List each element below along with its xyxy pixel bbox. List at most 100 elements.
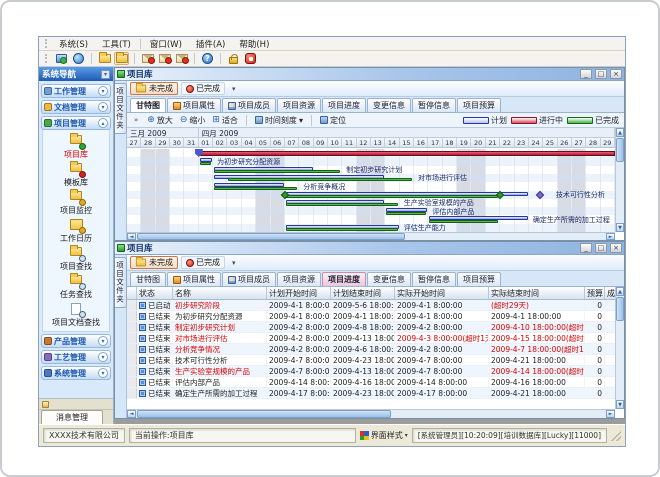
- gantt-vertical-scrollbar[interactable]: ▲ ▼: [615, 128, 624, 232]
- scroll-thumb[interactable]: [137, 410, 391, 418]
- gantt-actual-bar[interactable]: [214, 187, 297, 190]
- timescale-dropdown[interactable]: 时间刻度▾: [253, 115, 305, 126]
- maximize-button[interactable]: □: [595, 243, 607, 253]
- table-column-header-成[interactable]: 成: [605, 287, 615, 299]
- close-button[interactable]: ×: [610, 69, 622, 79]
- globe-icon[interactable]: [71, 52, 86, 65]
- table-row[interactable]: 已结束对市场进行评估2009-4-2 8:00:002009-4-13 18:0…: [127, 333, 615, 344]
- gantt-actual-bar[interactable]: [386, 212, 426, 215]
- tab-message-management[interactable]: 消息管理: [41, 410, 103, 424]
- gantt-tab-project-budget[interactable]: 项目预算: [457, 98, 501, 112]
- progress-tab-project-props[interactable]: 项目属性: [167, 272, 221, 286]
- table-row[interactable]: 已结束为初步研究分配资源2009-4-1 8:00:002009-4-1 18:…: [127, 311, 615, 322]
- table-row[interactable]: 已结束评估内部产品2009-4-14 8:00:002009-4-16 18:0…: [127, 377, 615, 388]
- scroll-up-icon[interactable]: ▲: [616, 128, 624, 137]
- chevron-down-icon[interactable]: ▾: [98, 368, 108, 378]
- progress-filter-unfinished[interactable]: 未完成: [130, 256, 178, 269]
- gantt-actual-bar[interactable]: [200, 162, 211, 165]
- mail-icon[interactable]: [140, 52, 155, 65]
- gantt-tab-project-progress[interactable]: 项目进度: [322, 98, 366, 112]
- scroll-left-icon[interactable]: ◄: [127, 410, 136, 418]
- menu-item-help[interactable]: 帮助(H): [232, 38, 276, 50]
- scroll-down-icon[interactable]: ▼: [616, 400, 624, 409]
- table-column-header-计划开始时间[interactable]: 计划开始时间: [267, 287, 331, 299]
- chevron-down-icon[interactable]: ▾: [98, 336, 108, 346]
- exit-icon[interactable]: [243, 52, 258, 65]
- sidebar-item-template-library[interactable]: 模板库: [43, 163, 109, 188]
- scroll-down-icon[interactable]: ▼: [616, 223, 624, 232]
- menu-item-system[interactable]: 系统(S): [52, 38, 95, 50]
- table-column-header-selector[interactable]: [127, 287, 137, 299]
- scroll-left-icon[interactable]: ◄: [127, 233, 136, 240]
- sidebar-group-doc-mgmt[interactable]: 文档管理▾: [41, 100, 111, 114]
- fit-button[interactable]: ⊞适合: [210, 115, 240, 126]
- sidebar-group-work-mgmt[interactable]: 工作管理▾: [41, 84, 111, 98]
- chevron-down-icon[interactable]: ▾: [98, 86, 108, 96]
- gantt-tab-project-props[interactable]: 项目属性: [167, 98, 221, 112]
- resize-grip[interactable]: [611, 431, 621, 441]
- table-row[interactable]: 已结束分析竞争情况2009-4-2 8:00:002009-4-6 18:00:…: [127, 344, 615, 355]
- sidebar-group-product-mgmt[interactable]: 产品管理▾: [41, 334, 111, 348]
- scroll-up-icon[interactable]: ▲: [616, 287, 624, 296]
- gantt-tab-pause-info[interactable]: 暂停信息: [412, 98, 456, 112]
- pin-icon[interactable]: ▾: [101, 70, 110, 79]
- project-folder-tab[interactable]: 项目文件夹: [115, 257, 127, 308]
- zoom-in-button[interactable]: ⊕放大: [145, 115, 175, 126]
- filter-more-icon[interactable]: ▾: [228, 85, 240, 93]
- chevron-down-icon[interactable]: ▾: [98, 102, 108, 112]
- progress-tab-change-info[interactable]: 变更信息: [367, 272, 411, 286]
- progress-tab-project-members[interactable]: 项目成员: [222, 272, 276, 286]
- locate-button[interactable]: 定位: [318, 115, 348, 126]
- gantt-actual-bar[interactable]: [214, 170, 340, 173]
- mail-receive-icon[interactable]: [174, 52, 189, 65]
- gantt-filter-finished[interactable]: 已完成: [181, 82, 225, 95]
- table-vertical-scrollbar[interactable]: ▲ ▼: [615, 287, 624, 409]
- progress-tab-gantt[interactable]: 甘特图: [130, 272, 166, 286]
- menu-item-tools[interactable]: 工具(T): [95, 38, 138, 50]
- toolbar-overflow-icon[interactable]: »: [130, 116, 142, 124]
- scroll-thumb[interactable]: [616, 138, 624, 162]
- table-column-header-实际结束时间[interactable]: 实际结束时间: [489, 287, 585, 299]
- gantt-tab-change-info[interactable]: 变更信息: [367, 98, 411, 112]
- sidebar-item-task-search[interactable]: 任务查找: [43, 275, 109, 300]
- sidebar-item-project-search[interactable]: 项目查找: [43, 247, 109, 272]
- lock-icon[interactable]: [226, 52, 241, 65]
- sidebar-group-project-mgmt[interactable]: 项目管理▴: [41, 116, 111, 130]
- chevron-down-icon[interactable]: ▾: [98, 352, 108, 362]
- progress-filter-finished[interactable]: 已完成: [181, 256, 225, 269]
- help-icon[interactable]: ?: [200, 52, 215, 65]
- gantt-project-bar[interactable]: [199, 151, 615, 156]
- maximize-button[interactable]: □: [595, 69, 607, 79]
- table-row[interactable]: 已结束制定初步研究计划2009-4-2 8:00:002009-4-8 18:0…: [127, 322, 615, 333]
- gantt-actual-bar[interactable]: [286, 195, 498, 198]
- progress-tab-pause-info[interactable]: 暂停信息: [412, 272, 456, 286]
- table-row[interactable]: 已结束技术可行性分析2009-4-7 8:00:002009-4-23 18:0…: [127, 355, 615, 366]
- zoom-out-button[interactable]: ⊖缩小: [178, 115, 208, 126]
- gantt-horizontal-scrollbar[interactable]: ◄ ►: [127, 232, 615, 240]
- folder-icon[interactable]: [97, 52, 112, 65]
- sidebar-item-project-monitor[interactable]: 项目监控: [43, 191, 109, 216]
- table-column-header-名称[interactable]: 名称: [173, 287, 267, 299]
- table-row[interactable]: 已启动初步研究阶段2009-4-1 8:00:002009-5-6 18:00:…: [127, 300, 615, 311]
- chevron-up-icon[interactable]: ▴: [98, 118, 108, 128]
- computer-icon[interactable]: [54, 52, 69, 65]
- filter-more-icon[interactable]: ▾: [228, 259, 240, 267]
- interface-style-dropdown[interactable]: 界面样式 ▾: [360, 430, 408, 441]
- table-horizontal-scrollbar[interactable]: ◄ ►: [127, 409, 615, 418]
- minimize-button[interactable]: _: [580, 69, 592, 79]
- gantt-tab-project-resources[interactable]: 项目资源: [277, 98, 321, 112]
- gantt-tab-project-members[interactable]: 项目成员: [222, 98, 276, 112]
- scroll-thumb[interactable]: [137, 233, 405, 240]
- mail-send-icon[interactable]: [157, 52, 172, 65]
- scroll-thumb[interactable]: [616, 297, 624, 321]
- gantt-filter-unfinished[interactable]: 未完成: [130, 82, 178, 95]
- scroll-right-icon[interactable]: ►: [606, 233, 615, 240]
- sidebar-group-system-mgmt[interactable]: 系统管理▾: [41, 366, 111, 380]
- sidebar-item-project-doc-search[interactable]: 项目文档查找: [43, 303, 109, 328]
- sidebar-group-process-mgmt[interactable]: 工艺管理▾: [41, 350, 111, 364]
- gantt-tab-gantt[interactable]: 甘特图: [130, 98, 166, 112]
- scroll-right-icon[interactable]: ►: [606, 410, 615, 418]
- table-column-header-预算[interactable]: 预算: [585, 287, 605, 299]
- progress-tab-project-budget[interactable]: 项目预算: [457, 272, 501, 286]
- gantt-actual-bar[interactable]: [286, 203, 398, 206]
